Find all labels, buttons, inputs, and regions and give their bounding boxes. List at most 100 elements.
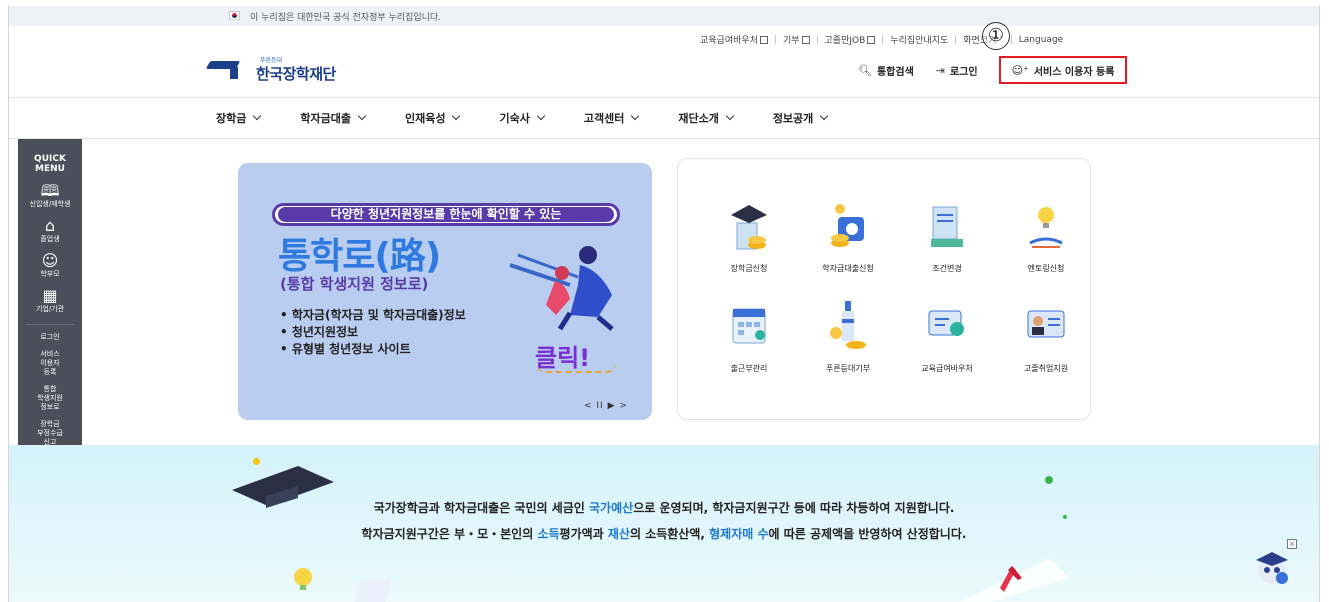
promo-banner[interactable]: 다양한 청년지원정보를 한눈에 확인할 수 있는 통학로(路) (통합 학생지원… — [238, 163, 652, 420]
banner-subtitle: (통합 학생지원 정보로) — [280, 275, 429, 293]
decorative-cube — [355, 580, 391, 602]
nav-item-about[interactable]: 재단소개 — [678, 110, 735, 126]
notice-highlight: 국가예산 — [589, 501, 634, 515]
decorative-swoosh — [536, 363, 616, 373]
notice-highlight: 형제자매 수 — [709, 527, 769, 541]
notice-text: 의 소득환산액, — [629, 527, 710, 541]
building-icon: ▦ — [42, 286, 58, 305]
banner-carousel-controls[interactable]: < II ▶ > — [584, 401, 628, 411]
nav-item-customer-center[interactable]: 고객센터 — [584, 110, 640, 126]
register-button[interactable]: ☺⁺ 서비스 이용자 등록 — [999, 56, 1127, 84]
notice-line-1: 국가장학금과 학자금대출은 국민의 세금인 국가예산으로 운영되며, 학자금지원… — [9, 499, 1319, 516]
korean-flag-icon — [229, 11, 240, 20]
divider — [774, 35, 776, 44]
employment-support-icon — [1027, 310, 1065, 338]
notice-highlight: 소득 — [537, 527, 560, 541]
logo-mark-icon — [205, 57, 250, 81]
service-scholarship-apply[interactable]: 장학금신청 — [699, 199, 799, 274]
divider — [882, 35, 884, 44]
divider — [9, 97, 1319, 98]
donation-lighthouse-icon — [830, 301, 866, 349]
header-actions: 🔍︎ 통합검색 ⇥ 로그인 — [858, 63, 1000, 78]
nav-item-dormitory[interactable]: 기숙사 — [499, 110, 546, 126]
decorative-dot — [1045, 476, 1053, 484]
divider — [955, 35, 957, 44]
chevron-down-icon — [357, 111, 367, 121]
condition-change-icon — [931, 206, 963, 247]
service-mentoring[interactable]: 멘토링신청 — [996, 199, 1096, 274]
diploma-illustration — [960, 558, 1070, 602]
book-icon: 🕮︎ — [40, 181, 60, 200]
chevron-down-icon — [631, 111, 640, 121]
login-button[interactable]: ⇥ 로그인 — [936, 63, 978, 78]
scholarship-apply-icon — [731, 205, 767, 250]
attendance-calendar-icon — [732, 308, 766, 344]
service-employment[interactable]: 고졸취업지원 — [996, 299, 1096, 374]
notice-text: 에 따른 공제액을 반영하여 산정합니다. — [768, 527, 967, 541]
notice-text: 으로 운영되며, 학자금지원구간 등에 따라 차등하여 지원합니다. — [633, 501, 955, 515]
main-nav: 장학금 학자금대출 인재육성 기숙사 고객센터 재단소개 정보공개 — [216, 110, 829, 126]
util-link-donation[interactable]: 기부 — [783, 33, 810, 46]
search-icon: 🔍︎ — [858, 64, 872, 77]
budget-notice-section: 국가장학금과 학자금대출은 국민의 세금인 국가예산으로 운영되며, 학자금지원… — [9, 445, 1319, 602]
external-link-icon — [759, 36, 768, 44]
quick-item-student[interactable]: 🕮︎ 신입생/재학생 — [18, 182, 82, 209]
decorative-dot — [1063, 515, 1067, 519]
chevron-down-icon — [253, 111, 262, 121]
quick-item-parents[interactable]: ☺ 학부모 — [18, 252, 82, 279]
nav-item-talent[interactable]: 인재육성 — [405, 110, 461, 126]
banner-bullets: • 학자금(학자금 및 학자금대출)정보 • 청년지원정보 • 유형별 청년정보… — [280, 308, 466, 356]
parents-icon: ☺ — [41, 251, 59, 270]
decorative-dot — [253, 458, 260, 465]
divider — [816, 35, 818, 44]
voucher-icon — [928, 310, 964, 336]
quick-item-register[interactable]: 서비스 이용자 등록 — [18, 350, 82, 377]
frame-right-edge — [1319, 6, 1320, 602]
quick-item-login[interactable]: 로그인 — [18, 333, 82, 342]
nav-item-loan[interactable]: 학자금대출 — [300, 110, 367, 126]
quick-menu-title: QUICK MENU — [34, 154, 66, 174]
close-icon[interactable]: × — [1287, 539, 1297, 549]
util-link-jobs[interactable]: 고졸만JOB — [825, 33, 876, 46]
lightbulb-illustration — [294, 568, 312, 590]
service-attendance[interactable]: 출근부관리 — [699, 299, 799, 374]
site-logo[interactable]: 푸른등대 한국장학재단 — [205, 54, 336, 84]
gov-notice-bar: 이 누리집은 대한민국 공식 전자정부 누리집입니다. — [8, 6, 1319, 26]
divider — [26, 324, 74, 325]
nav-item-scholarship[interactable]: 장학금 — [216, 110, 262, 126]
quick-item-student-info[interactable]: 통합 학생지원 정보로 — [18, 385, 82, 412]
notice-highlight: 재산 — [607, 527, 630, 541]
search-button[interactable]: 🔍︎ 통합검색 — [858, 63, 914, 78]
service-voucher[interactable]: 교육급여바우처 — [897, 299, 997, 374]
quick-item-graduate[interactable]: ⌂ 졸업생 — [18, 217, 82, 244]
chevron-down-icon — [452, 111, 461, 121]
notice-text: 학자금지원구간은 부・모・본인의 — [361, 527, 538, 541]
chevron-down-icon — [820, 111, 829, 121]
util-link-voucher[interactable]: 교육급여바우처 — [700, 33, 768, 46]
divider — [9, 138, 1319, 139]
nav-item-disclosure[interactable]: 정보공개 — [773, 110, 829, 126]
notice-text: 국가장학금과 학자금대출은 국민의 세금인 — [373, 501, 590, 515]
util-link-sitemap[interactable]: 누리집안내지도 — [890, 33, 948, 46]
quick-item-company[interactable]: ▦ 기업/기관 — [18, 287, 82, 314]
logo-name: 한국장학재단 — [256, 65, 336, 83]
running-students-illustration — [509, 246, 614, 331]
divider — [1010, 35, 1012, 44]
annotation-marker: ① — [982, 22, 1010, 50]
notice-line-2: 학자금지원구간은 부・모・본인의 소득평가액과 재산의 소득환산액, 형제자매 … — [9, 525, 1319, 542]
service-condition-change[interactable]: 조건변경 — [897, 199, 997, 274]
mascot-chatbot-icon[interactable] — [1252, 548, 1292, 586]
gov-notice-text: 이 누리집은 대한민국 공식 전자정부 누리집입니다. — [250, 13, 442, 23]
quick-item-fraud-report[interactable]: 장학금 부정수급 신고 — [18, 420, 82, 447]
external-link-icon — [867, 36, 876, 44]
graduation-cap-illustration — [232, 466, 334, 508]
service-donation[interactable]: 푸른등대기부 — [798, 299, 898, 374]
chevron-down-icon — [536, 111, 546, 121]
util-link-language[interactable]: Language — [1019, 35, 1063, 45]
banner-headline: 통학로(路) — [278, 236, 441, 277]
quick-services-panel: 장학금신청 학자금대출신청 조건변경 멘토링신청 출근부관리 푸른등대기부 교육… — [677, 158, 1091, 420]
mentoring-icon — [1029, 207, 1063, 248]
service-loan-apply[interactable]: 학자금대출신청 — [798, 199, 898, 274]
banner-pill: 다양한 청년지원정보를 한눈에 확인할 수 있는 — [272, 203, 620, 226]
add-user-icon: ☺⁺ — [1011, 63, 1029, 77]
